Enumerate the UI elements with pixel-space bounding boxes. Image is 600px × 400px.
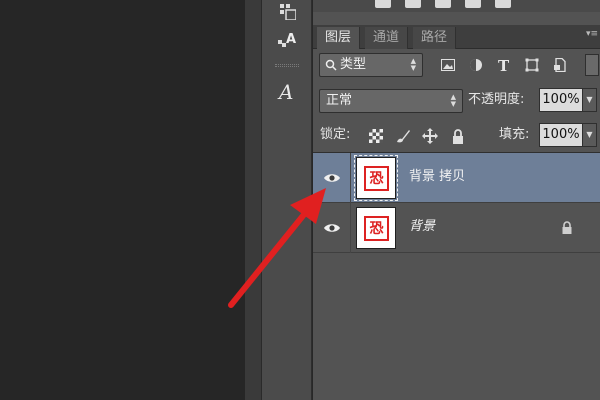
filter-row: 类型 ▲ ▼ T — [313, 52, 600, 86]
svg-text:A: A — [286, 32, 296, 47]
opacity-slider-toggle[interactable]: ▼ — [583, 88, 597, 112]
search-icon — [325, 59, 337, 71]
filter-kind-dropdown[interactable]: 类型 ▲ ▼ — [319, 53, 423, 77]
eye-icon[interactable] — [323, 221, 341, 235]
seal-image: 恐 — [364, 216, 389, 241]
svg-text:A: A — [277, 81, 293, 103]
top-tool-icon-4[interactable] — [465, 0, 481, 8]
layer-row-background[interactable]: 恐 背景 — [313, 203, 600, 253]
lock-label: 锁定: — [320, 127, 351, 142]
strip-divider — [275, 64, 299, 67]
smartobject-filter-icon[interactable] — [551, 56, 569, 74]
lock-position-icon[interactable] — [422, 128, 438, 144]
lock-icon[interactable] — [561, 221, 573, 235]
dropdown-arrows-icon: ▲ ▼ — [410, 57, 416, 72]
channel-dots-icon[interactable] — [275, 0, 299, 24]
fill-input[interactable]: 100% — [539, 123, 583, 147]
filter-kind-label: 类型 — [340, 57, 367, 72]
script-a-icon[interactable]: A — [275, 80, 299, 104]
lock-transparent-pixels-icon[interactable] — [368, 128, 384, 144]
layer-thumbnail[interactable]: 恐 — [354, 155, 398, 201]
seal-image: 恐 — [364, 166, 389, 191]
layers-list: 恐 背景 拷贝 恐 背景 — [313, 152, 600, 400]
layer-name[interactable]: 背景 — [409, 217, 435, 237]
filter-toggle-switch[interactable] — [585, 54, 599, 76]
fill-label: 填充: — [499, 127, 530, 142]
shape-filter-icon[interactable] — [523, 56, 541, 74]
tab-paths[interactable]: 路径 — [413, 27, 457, 49]
document-canvas-area[interactable] — [0, 0, 245, 400]
layer-row-copy[interactable]: 恐 背景 拷贝 — [313, 153, 600, 203]
seal-glyph: 恐 — [369, 170, 384, 187]
tab-channels[interactable]: 通道 — [365, 27, 409, 49]
seal-glyph: 恐 — [369, 220, 384, 237]
opacity-input[interactable]: 100% — [539, 88, 583, 112]
blend-row: 正常 ▲ ▼ 不透明度: 100% ▼ — [313, 88, 600, 122]
panel-icon-strip: A A — [262, 0, 312, 400]
top-tool-icon-3[interactable] — [435, 0, 451, 8]
layer-name[interactable]: 背景 拷贝 — [409, 167, 465, 187]
blend-mode-dropdown[interactable]: 正常 ▲ ▼ — [319, 89, 463, 113]
top-tool-icon-5[interactable] — [495, 0, 511, 8]
opacity-label: 不透明度: — [468, 92, 525, 107]
svg-text:T: T — [498, 58, 510, 72]
top-tool-icon-2[interactable] — [405, 0, 421, 8]
dropdown-arrows-icon: ▲ ▼ — [450, 93, 456, 108]
fill-slider-toggle[interactable]: ▼ — [583, 123, 597, 147]
layers-panel: 图层 通道 路径 ▾≡ 类型 ▲ ▼ T 正常 ▲ ▼ 不透明度: 100% ▼… — [313, 0, 600, 400]
canvas-scroll-edge — [245, 0, 262, 400]
type-glyph-icon[interactable]: A — [275, 28, 299, 52]
visibility-column — [313, 153, 351, 203]
top-tool-icon-1[interactable] — [375, 0, 391, 8]
text-filter-icon[interactable]: T — [495, 56, 513, 74]
layer-thumbnail[interactable]: 恐 — [356, 207, 396, 249]
visibility-column — [313, 203, 351, 253]
top-toolbar-remnant — [313, 0, 600, 12]
lock-image-pixels-icon[interactable] — [395, 128, 411, 144]
lock-all-icon[interactable] — [450, 128, 466, 144]
tab-layers[interactable]: 图层 — [317, 27, 361, 49]
adjustment-filter-icon[interactable] — [467, 56, 485, 74]
eye-icon[interactable] — [323, 171, 341, 185]
panel-menu-icon[interactable]: ▾≡ — [586, 29, 598, 39]
image-filter-icon[interactable] — [439, 56, 457, 74]
panel-tabs: 图层 通道 路径 ▾≡ — [313, 25, 600, 49]
blend-mode-value: 正常 — [326, 93, 353, 108]
